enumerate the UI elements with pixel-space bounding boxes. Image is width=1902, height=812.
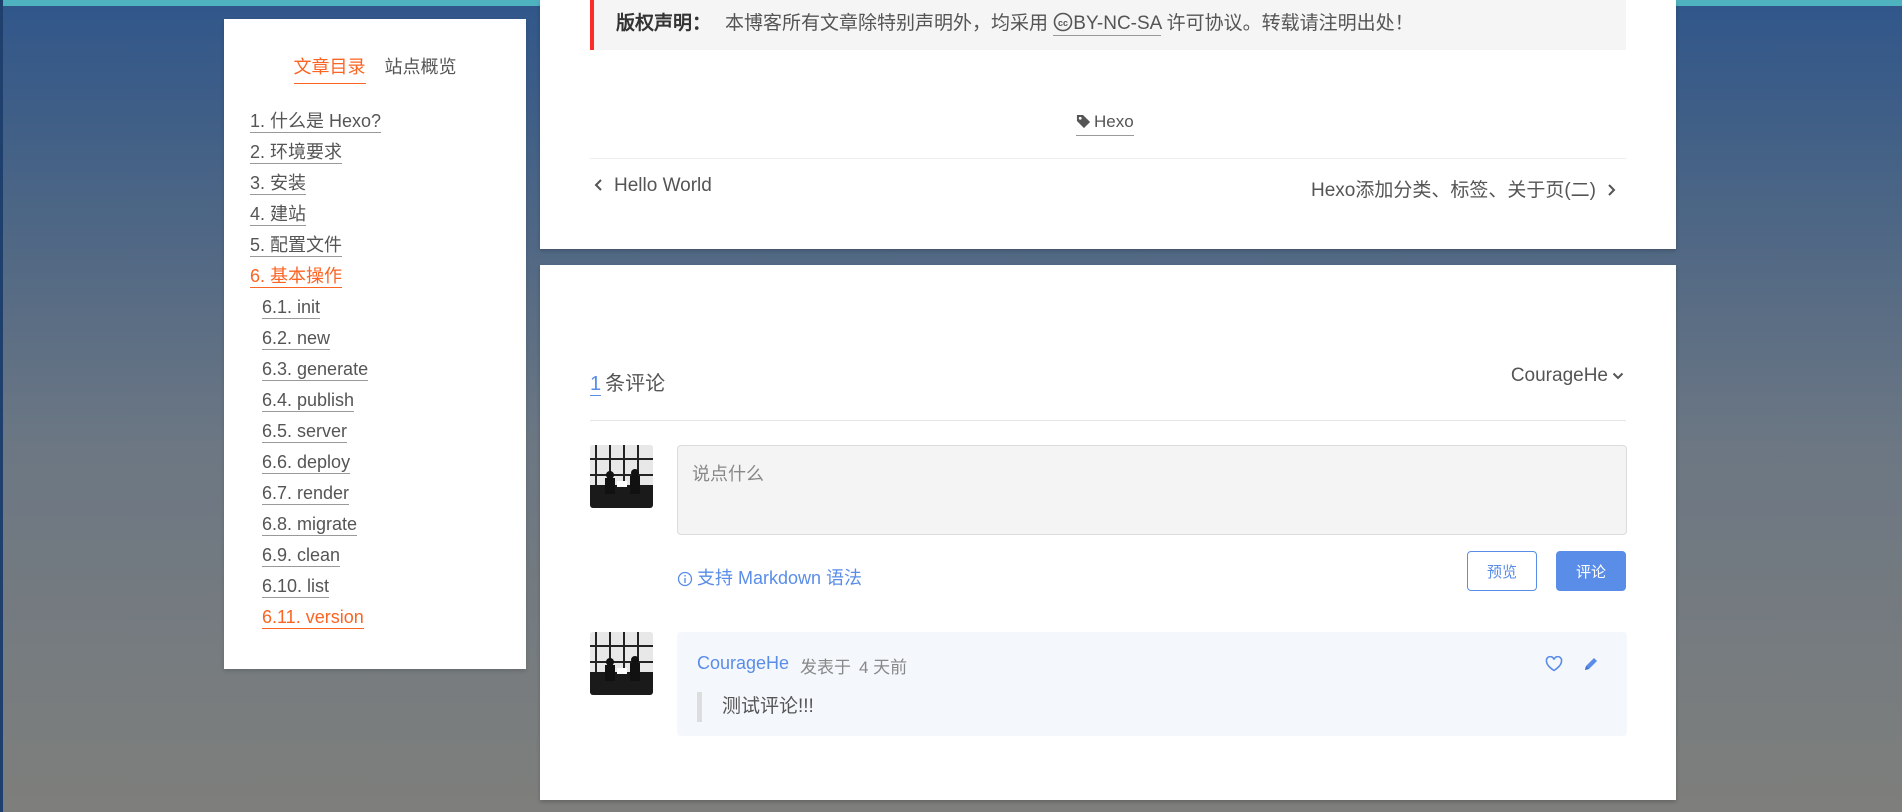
chevron-down-icon [1612, 372, 1624, 380]
copyright-label: 版权声明： [616, 13, 712, 34]
comment-item: CourageHe 发表于 4 天前 测试评论!!! [677, 632, 1627, 736]
pencil-icon [1585, 658, 1597, 670]
table-of-contents: 1. 什么是 Hexo? 2. 环境要求 3. 安装 4. 建站 5. 配置文件 6. 基… [250, 108, 382, 635]
comment-meta: 发表于 4 天前 [800, 653, 907, 678]
toc-link[interactable]: 1. 什么是 Hexo? [250, 111, 382, 133]
comment-author[interactable]: CourageHe [697, 653, 789, 674]
prev-post-link[interactable]: Hello World [594, 175, 712, 197]
toc-item: 3. 安装 [250, 170, 381, 201]
toc-link[interactable]: 6.7. render [262, 483, 350, 505]
markdown-hint-text: 支持 Markdown 语法 [697, 568, 863, 588]
toc-link[interactable]: 6.6. deploy [262, 452, 351, 474]
toc-link[interactable]: 4. 建站 [250, 204, 307, 226]
toc-link[interactable]: 6.5. server [262, 421, 348, 443]
toc-item: 6.3. generate [250, 356, 381, 387]
toc-item: 6.10. list [250, 573, 381, 604]
next-post-link[interactable]: Hexo添加分类、标签、关于页(二) [1311, 175, 1616, 202]
comment-time: 4 天前 [859, 658, 908, 677]
window-left-edge [0, 0, 3, 812]
toc-item: 6.7. render [250, 480, 381, 511]
copyright-text-before: 本博客所有文章除特别声明外，均采用 [725, 13, 1054, 34]
tag-link[interactable]: Hexo [1076, 112, 1134, 136]
toc-item: 6.8. migrate [250, 511, 381, 542]
toc-item: 1. 什么是 Hexo? [250, 108, 382, 139]
toc-item: 6.9. clean [250, 542, 381, 573]
toc-link[interactable]: 6.3. generate [262, 359, 369, 381]
license-name: BY-NC-SA [1073, 13, 1162, 34]
prev-post-title: Hello World [614, 175, 712, 196]
edit-button[interactable] [1583, 656, 1599, 677]
toc-item: 6.5. server [250, 418, 381, 449]
avatar-image [590, 632, 653, 695]
current-user-name: CourageHe [1510, 365, 1608, 386]
toc-link[interactable]: 6.2. new [262, 328, 331, 350]
like-button[interactable] [1545, 655, 1563, 677]
toc-item: 6.6. deploy [250, 449, 381, 480]
comment-header-divider [590, 420, 1626, 421]
toc-link[interactable]: 6.1. init [262, 297, 321, 319]
preview-button[interactable]: 预览 [1467, 551, 1537, 591]
comment-count-label: 条评论 [605, 373, 666, 395]
current-user-avatar [590, 445, 653, 508]
toc-link[interactable]: 5. 配置文件 [250, 235, 343, 257]
submit-comment-button[interactable]: 评论 [1556, 551, 1626, 591]
toc-item: 6.2. new [250, 325, 381, 356]
post-nav-divider [590, 158, 1626, 159]
tab-site-overview[interactable]: 站点概览 [385, 53, 457, 84]
post-footer-card: 版权声明： 本博客所有文章除特别声明外，均采用 cc BY-NC-SA 许可协议。转… [540, 0, 1676, 249]
comment-author-avatar [590, 632, 653, 695]
user-menu[interactable]: CourageHe [1511, 365, 1624, 387]
toc-item: 6.4. publish [250, 387, 381, 418]
comments-card: 1条评论 CourageHe 支持 Markdown 语法 预览 评论 [540, 265, 1676, 800]
svg-text:cc: cc [1058, 18, 1068, 28]
comment-posted-label: 发表于 [800, 658, 851, 677]
avatar-image [590, 445, 653, 508]
license-link[interactable]: cc BY-NC-SA [1053, 12, 1162, 36]
sidebar: 文章目录 站点概览 1. 什么是 Hexo? 2. 环境要求 3. 安装 4. 建站 5… [224, 19, 526, 669]
toc-item: 6.1. init [250, 294, 381, 325]
tag-label: Hexo [1094, 112, 1134, 131]
comment-actions [1545, 655, 1599, 677]
comment-count-number: 1 [590, 373, 602, 396]
comment-input[interactable] [677, 445, 1627, 535]
toc-link[interactable]: 6.8. migrate [262, 514, 358, 536]
toc-link[interactable]: 6.9. clean [262, 545, 341, 567]
toc-link[interactable]: 6.10. list [262, 576, 330, 598]
toc-link[interactable]: 6.11. version [262, 607, 364, 629]
info-icon [677, 571, 693, 587]
toc-link[interactable]: 2. 环境要求 [250, 142, 343, 164]
comment-body: 测试评论!!! [697, 692, 814, 722]
chevron-right-icon [1608, 184, 1616, 196]
toc-item: 6. 基本操作 [250, 263, 381, 294]
toc-item: 2. 环境要求 [250, 139, 381, 170]
toc-item: 5. 配置文件 [250, 232, 381, 263]
toc-link[interactable]: 3. 安装 [250, 173, 307, 195]
creative-commons-icon: cc [1053, 12, 1073, 32]
markdown-hint-link[interactable]: 支持 Markdown 语法 [677, 564, 862, 590]
next-post-title: Hexo添加分类、标签、关于页(二) [1310, 180, 1596, 201]
sidebar-tabs: 文章目录 站点概览 [224, 53, 526, 84]
tag-icon [1076, 114, 1091, 129]
chevron-left-icon [594, 179, 602, 191]
toc-link[interactable]: 6. 基本操作 [250, 266, 343, 288]
heart-icon [1545, 655, 1563, 672]
tab-toc[interactable]: 文章目录 [293, 53, 366, 84]
toc-item: 6.11. version [250, 604, 381, 635]
comment-count: 1 条评论 [590, 367, 665, 396]
toc-link[interactable]: 6.4. publish [262, 390, 355, 412]
copyright-notice: 版权声明： 本博客所有文章除特别声明外，均采用 cc BY-NC-SA 许可协议。转… [590, 0, 1626, 50]
copyright-text-after: 许可协议。转载请注明出处！ [1161, 13, 1414, 34]
toc-item: 4. 建站 [250, 201, 381, 232]
